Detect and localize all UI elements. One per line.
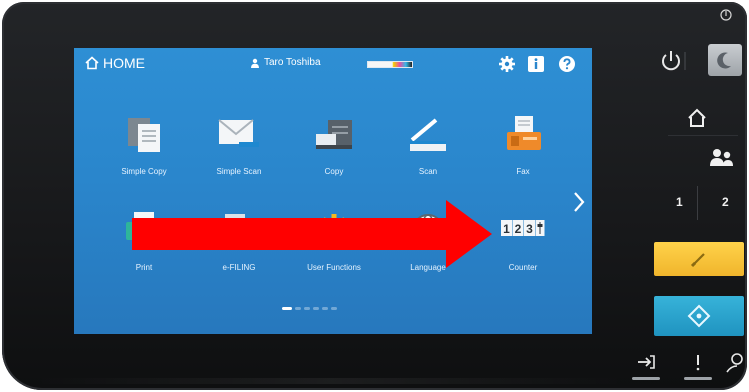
svg-text:1: 1 (503, 222, 510, 236)
app-label: Counter (508, 263, 538, 272)
svg-text:3: 3 (526, 222, 533, 236)
interrupt-button[interactable] (684, 350, 712, 380)
app-label: Fax (516, 167, 530, 176)
page-dot[interactable] (331, 307, 337, 310)
users-icon (710, 149, 733, 166)
exclamation-icon (696, 355, 700, 371)
start-diamond-icon (687, 304, 711, 328)
page-dot[interactable] (304, 307, 310, 310)
start-button[interactable] (654, 296, 744, 336)
one-touch-label-2: 2 (722, 195, 729, 209)
button-bar (684, 377, 712, 380)
copy-icon (316, 120, 352, 149)
counter-icon: 1 2 3 (501, 220, 545, 236)
app-simple-scan[interactable]: Simple Scan (199, 108, 279, 188)
app-counter[interactable]: 1 2 3 Counter (483, 204, 563, 284)
brush-icon (690, 253, 705, 268)
page-indicator (282, 307, 337, 310)
one-touch-button-1[interactable]: 1 (664, 186, 698, 220)
user-info[interactable]: Taro Toshiba (250, 57, 321, 68)
bezel-shine (32, 378, 627, 384)
user-name: Taro Toshiba (264, 57, 321, 68)
page-dot[interactable] (313, 307, 319, 310)
page-dot-active[interactable] (282, 307, 292, 310)
app-label: Simple Copy (121, 167, 167, 176)
info-icon[interactable] (527, 55, 545, 73)
toner-level-indicator[interactable] (367, 61, 413, 68)
chevron-right-icon[interactable] (571, 190, 587, 214)
app-fax[interactable]: Fax (483, 108, 563, 188)
page-dot[interactable] (322, 307, 328, 310)
page-dot[interactable] (295, 307, 301, 310)
home-icon (85, 56, 99, 70)
fax-icon (507, 116, 541, 150)
user-login-button[interactable] (700, 142, 740, 176)
app-simple-copy[interactable]: Simple Copy (104, 108, 184, 188)
screen-top-bar: HOME Taro Toshiba (74, 48, 592, 80)
touch-screen[interactable]: HOME Taro Toshiba Simple Copy Simple Sca… (74, 48, 592, 334)
scan-icon (410, 118, 446, 151)
one-touch-button-2[interactable]: 2 (708, 186, 744, 220)
home-button[interactable] (668, 100, 738, 136)
user-icon (251, 58, 259, 68)
app-copy[interactable]: Copy (294, 108, 374, 188)
power-icon (662, 51, 686, 71)
simple-copy-icon (128, 118, 160, 152)
sleep-button[interactable] (708, 44, 742, 76)
svg-text:2: 2 (515, 222, 522, 236)
button-bar (632, 377, 660, 380)
home-label: HOME (103, 55, 145, 71)
help-icon[interactable] (558, 55, 576, 73)
app-label: Copy (324, 167, 344, 176)
one-touch-label-1: 1 (676, 195, 683, 209)
home-icon (688, 108, 706, 127)
job-status-button[interactable] (632, 350, 660, 380)
power-button[interactable] (656, 46, 690, 76)
app-scan[interactable]: Scan (388, 108, 468, 188)
network-button[interactable] (721, 350, 749, 380)
simple-scan-icon (218, 119, 259, 147)
moon-icon (717, 52, 731, 69)
power-led-icon (720, 9, 732, 21)
highlight-arrow-icon (132, 200, 492, 268)
reset-button[interactable] (654, 242, 744, 276)
app-label: Scan (418, 167, 438, 176)
login-arrow-icon (638, 355, 655, 369)
home-tab[interactable]: HOME (84, 55, 145, 71)
gear-icon[interactable] (498, 55, 516, 73)
network-icon (726, 353, 743, 373)
app-label: Simple Scan (216, 167, 262, 176)
